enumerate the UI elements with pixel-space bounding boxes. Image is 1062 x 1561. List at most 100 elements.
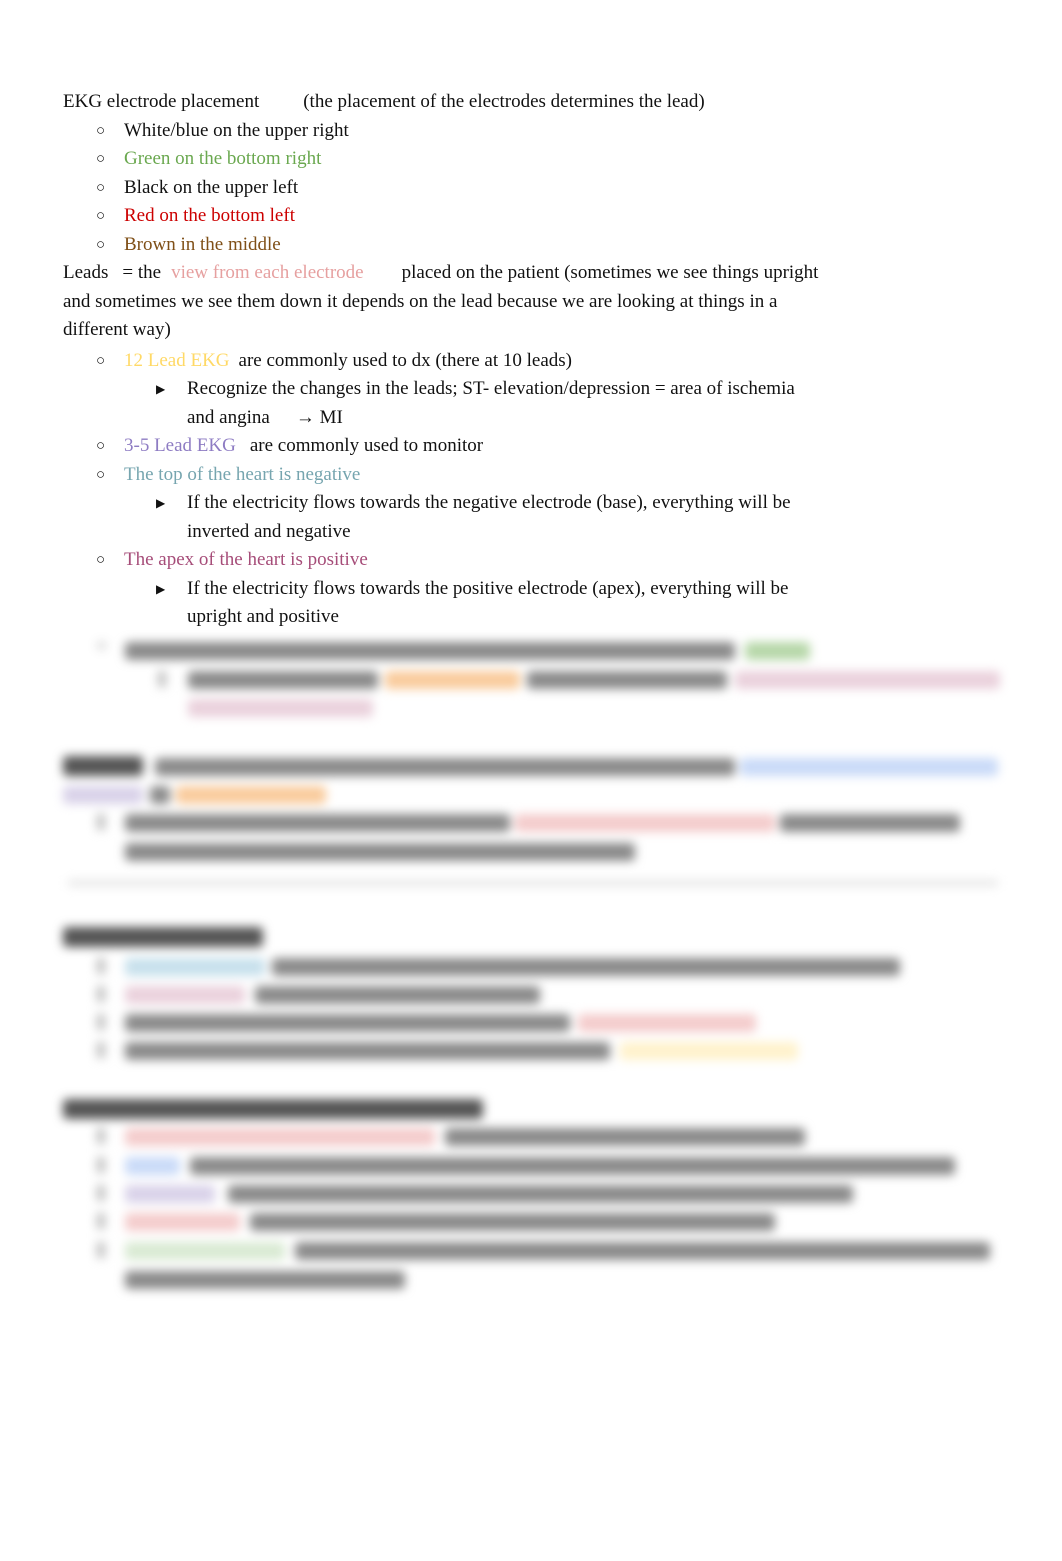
blurred-highlight xyxy=(740,758,998,776)
blurred-bullet xyxy=(97,814,105,830)
item-text: are commonly used to monitor xyxy=(249,435,484,456)
triangle-bullet-icon: ▶ xyxy=(156,496,166,510)
electrode-item-text: Green on the bottom right xyxy=(124,148,322,169)
electrode-item-text: White/blue on the upper right xyxy=(124,119,349,141)
item-text: are commonly used to dx (there at 10 lea… xyxy=(238,349,572,371)
blurred-bullet xyxy=(158,671,166,687)
blurred-highlight xyxy=(125,1185,215,1203)
blurred-highlight xyxy=(745,642,810,660)
list-item: ○ Black on the upper left xyxy=(63,174,1013,203)
circle-bullet-icon: ○ xyxy=(97,638,107,654)
highlight-text: view from each electrode xyxy=(171,262,364,283)
blurred-text xyxy=(295,1242,990,1260)
blurred-text xyxy=(272,958,900,976)
circle-bullet-icon: ○ xyxy=(96,552,106,568)
leads-definition: Leads = the view from each electrode placed… xyxy=(63,259,1013,288)
triangle-bullet-icon: ▶ xyxy=(156,581,166,596)
circle-bullet-icon: ○ xyxy=(96,236,106,253)
blurred-text xyxy=(125,1271,405,1289)
blurred-text xyxy=(188,671,378,689)
blurred-text xyxy=(250,1213,775,1231)
item-text: MI xyxy=(319,406,343,428)
blurred-bullet xyxy=(97,1213,105,1229)
list-item: ○ 3-5 Lead EKG are commonly used to monit… xyxy=(63,432,1013,461)
sub-list-item: ▶ If the electricity flows towards the p… xyxy=(63,575,1013,604)
blurred-highlight xyxy=(125,1157,180,1175)
blurred-highlight xyxy=(385,671,520,689)
blurred-text xyxy=(150,786,170,804)
heading-title: EKG electrode placement xyxy=(63,91,260,112)
blurred-highlight xyxy=(125,1213,240,1231)
term: Leads xyxy=(63,262,109,283)
blurred-heading xyxy=(63,756,143,776)
triangle-bullet-icon: ▶ xyxy=(156,382,166,396)
blurred-heading xyxy=(63,927,263,947)
blurred-heading xyxy=(63,1099,483,1119)
electrode-item-text: Red on the bottom left xyxy=(124,205,295,226)
blurred-highlight xyxy=(515,814,775,832)
definition-line: different way) xyxy=(63,319,171,340)
definition-line: and sometimes we see them down it depend… xyxy=(63,290,778,312)
blurred-text xyxy=(780,814,960,832)
sub-list-item: ▶ Recognize the changes in the leads; ST… xyxy=(63,375,1013,404)
blurred-bullet xyxy=(97,1042,105,1058)
circle-bullet-icon: ○ xyxy=(96,122,106,139)
blurred-bullet xyxy=(97,1157,105,1173)
blurred-text xyxy=(125,1014,570,1032)
sub-list-item: ▶ If the electricity flows towards the n… xyxy=(63,489,1013,518)
blurred-bullet xyxy=(97,1014,105,1030)
list-item: ○ Brown in the middle xyxy=(63,231,1013,260)
circle-bullet-icon: ○ xyxy=(96,352,106,369)
list-item: ○ Green on the bottom right xyxy=(63,145,1013,174)
highlight-text: 3-5 Lead EKG xyxy=(124,435,236,456)
highlight-text: The top of the heart is negative xyxy=(124,463,361,485)
list-item: ○ White/blue on the upper right xyxy=(63,117,1013,146)
electrode-item-text: Brown in the middle xyxy=(124,233,281,255)
blurred-highlight xyxy=(125,1242,285,1260)
blurred-text xyxy=(527,671,727,689)
circle-bullet-icon: ○ xyxy=(96,151,106,167)
blurred-highlight xyxy=(578,1014,756,1032)
sub-list-item-cont: inverted and negative xyxy=(187,520,351,542)
blurred-text xyxy=(125,814,510,832)
blurred-bullet xyxy=(97,1242,105,1258)
list-item: ○ The top of the heart is negative xyxy=(63,461,1013,490)
electrode-item-text: Black on the upper left xyxy=(124,176,299,198)
blurred-text xyxy=(125,642,735,660)
heading-note: (the placement of the electrodes determi… xyxy=(303,91,705,112)
definition-text: placed on the patient (sometimes we see … xyxy=(401,262,819,283)
blurred-highlight xyxy=(735,671,1000,689)
highlight-text: The apex of the heart is positive xyxy=(124,549,368,570)
circle-bullet-icon: ○ xyxy=(96,466,106,483)
blurred-highlight xyxy=(188,699,373,717)
blurred-bullet xyxy=(97,1128,105,1144)
sub-list-item-cont: upright and positive xyxy=(187,606,339,627)
circle-bullet-icon: ○ xyxy=(96,208,106,224)
list-item: ○ Red on the bottom left xyxy=(63,202,1013,231)
blurred-highlight xyxy=(176,786,326,804)
blurred-bullet xyxy=(97,1185,105,1201)
circle-bullet-icon: ○ xyxy=(96,179,106,196)
blurred-text xyxy=(445,1128,805,1146)
blurred-text xyxy=(228,1185,853,1203)
blurred-text xyxy=(125,843,635,861)
sub-list-item-cont: and angina → MI xyxy=(63,404,1013,433)
item-text: and angina xyxy=(187,406,270,428)
arrow-icon: → xyxy=(295,406,315,428)
blurred-text xyxy=(190,1157,955,1175)
divider xyxy=(68,880,998,886)
blurred-highlight xyxy=(125,986,245,1004)
equals-text: = the xyxy=(122,262,162,283)
blurred-text xyxy=(155,758,735,776)
blurred-bullet xyxy=(97,986,105,1002)
circle-bullet-icon: ○ xyxy=(96,438,106,454)
blurred-highlight xyxy=(63,786,143,804)
item-text: If the electricity flows towards the pos… xyxy=(187,577,789,599)
blurred-bullet xyxy=(97,958,105,974)
item-text: If the electricity flows towards the neg… xyxy=(187,492,791,513)
item-text: Recognize the changes in the leads; ST- … xyxy=(187,378,795,399)
list-item: ○ The apex of the heart is positive xyxy=(63,546,1013,575)
section-heading: EKG electrode placement (the placement of… xyxy=(63,88,1013,117)
blurred-text xyxy=(125,1042,610,1060)
highlight-text: 12 Lead EKG xyxy=(124,349,230,371)
